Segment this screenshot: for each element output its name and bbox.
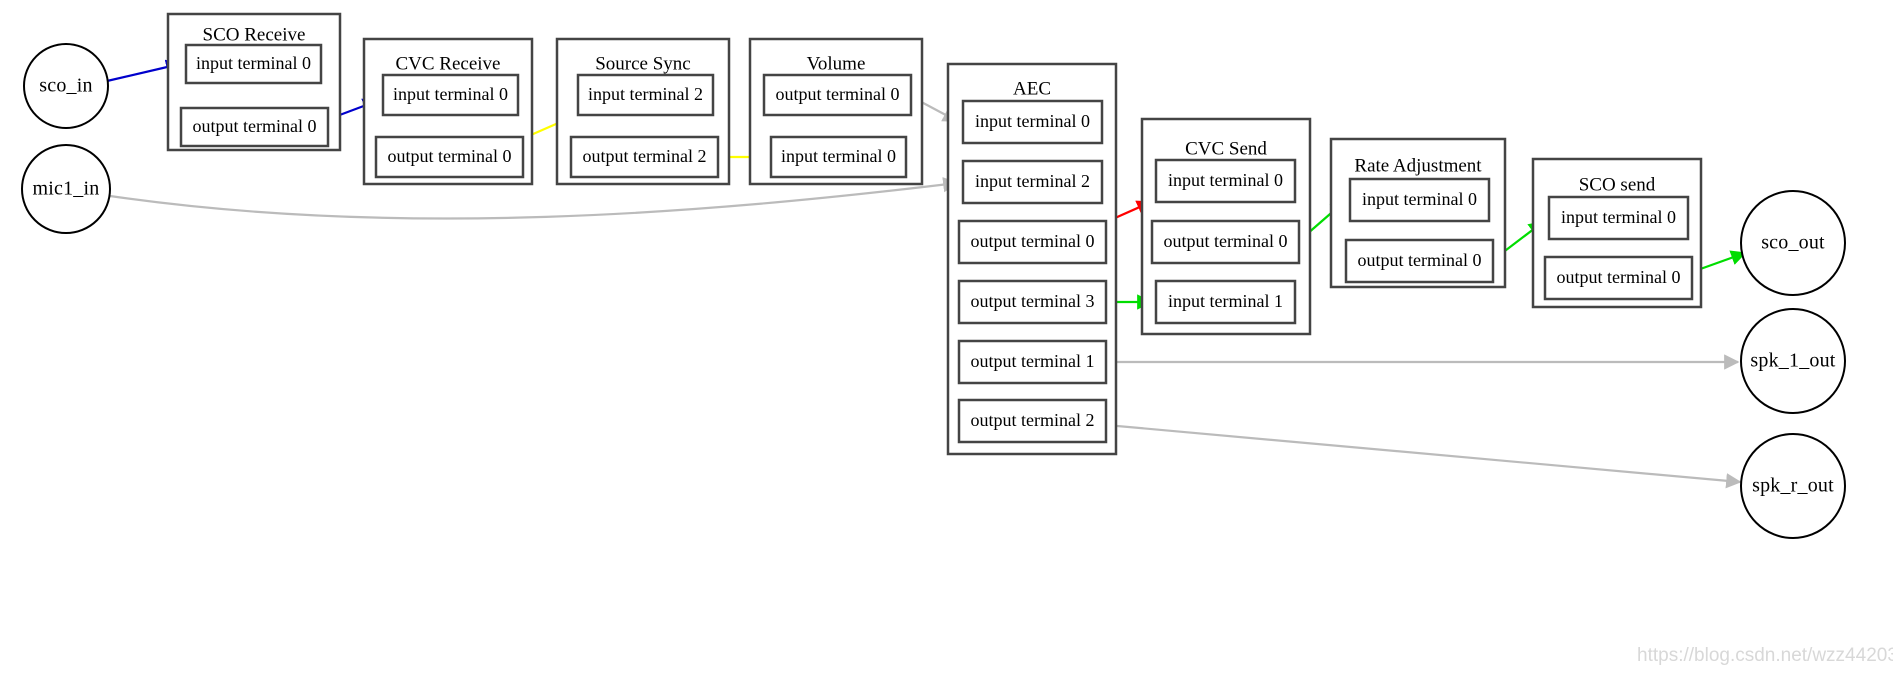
- terminal-source_sync_out2[interactable]: output terminal 2: [569, 135, 720, 179]
- terminal-label-sco_receive_in0: input terminal 0: [196, 53, 311, 73]
- terminal-label-cvc_receive_in0: input terminal 0: [393, 84, 508, 104]
- terminal-volume_out0[interactable]: output terminal 0: [762, 73, 913, 117]
- cluster-title-aec: AEC: [1013, 78, 1051, 99]
- cluster-cvc_send[interactable]: CVC Send input terminal 0 output terminal …: [1140, 117, 1312, 336]
- endpoint-sco_in[interactable]: sco_in: [23, 43, 109, 129]
- terminal-aec_out0[interactable]: output terminal 0: [957, 219, 1108, 265]
- terminal-label-volume_out0: output terminal 0: [776, 84, 900, 104]
- edge-aec_out2-to-spk_r_out: [1105, 423, 1742, 489]
- terminal-cvc_receive_in0[interactable]: input terminal 0: [381, 73, 520, 117]
- terminal-label-aec_in2: input terminal 2: [975, 171, 1090, 191]
- graph-svg: SCO Receive input terminal 0 output termin…: [21, 12, 1893, 666]
- terminal-label-aec_out0: output terminal 0: [971, 231, 1095, 251]
- endpoint-spk_l_out[interactable]: spk_1_out: [1740, 308, 1846, 414]
- cluster-title-cvc_receive: CVC Receive: [395, 53, 500, 74]
- terminal-cvc_send_out0[interactable]: output terminal 0: [1150, 219, 1301, 265]
- cluster-title-sco_receive: SCO Receive: [203, 24, 306, 45]
- terminal-sco_send_out0[interactable]: output terminal 0: [1543, 255, 1694, 301]
- cluster-volume[interactable]: Volume output terminal 0 input terminal 0: [748, 37, 924, 186]
- cluster-title-cvc_send: CVC Send: [1185, 138, 1267, 159]
- terminal-cvc_send_in1[interactable]: input terminal 1: [1154, 279, 1297, 325]
- terminal-label-cvc_send_in0: input terminal 0: [1168, 170, 1283, 190]
- terminal-rate_adj_out0[interactable]: output terminal 0: [1344, 238, 1495, 284]
- terminal-volume_in0[interactable]: input terminal 0: [769, 135, 908, 179]
- cluster-aec[interactable]: AEC input terminal 0 input terminal 2 outpu…: [946, 62, 1118, 456]
- endpoint-sco_out[interactable]: sco_out: [1740, 190, 1846, 296]
- cluster-title-sco_send: SCO send: [1579, 174, 1656, 195]
- terminal-label-source_sync_out2: output terminal 2: [583, 146, 707, 166]
- endpoint-label-sco_in: sco_in: [39, 75, 92, 97]
- terminal-label-aec_out1: output terminal 1: [971, 351, 1095, 371]
- cluster-title-volume: Volume: [807, 53, 866, 74]
- cluster-source_sync[interactable]: Source Sync input terminal 2 output termin…: [555, 37, 731, 186]
- terminal-aec_out3[interactable]: output terminal 3: [957, 279, 1108, 325]
- endpoint-mic1_in[interactable]: mic1_in: [21, 144, 111, 234]
- endpoint-label-mic1_in: mic1_in: [33, 178, 100, 200]
- terminal-rate_adj_in0[interactable]: input terminal 0: [1348, 177, 1491, 223]
- terminal-label-cvc_send_out0: output terminal 0: [1164, 231, 1288, 251]
- edge-mic1_in-to-aec_in2: [109, 177, 959, 220]
- terminal-label-cvc_receive_out0: output terminal 0: [388, 146, 512, 166]
- cluster-rate_adjustment[interactable]: Rate Adjustment input terminal 0 output te…: [1329, 137, 1507, 289]
- terminal-aec_in0[interactable]: input terminal 0: [961, 99, 1104, 145]
- terminal-label-cvc_send_in1: input terminal 1: [1168, 291, 1283, 311]
- endpoint-label-sco_out: sco_out: [1761, 232, 1825, 254]
- terminal-sco_send_in0[interactable]: input terminal 0: [1547, 195, 1690, 241]
- terminal-label-rate_adj_out0: output terminal 0: [1358, 250, 1482, 270]
- terminal-label-source_sync_in2: input terminal 2: [588, 84, 703, 104]
- terminal-label-rate_adj_in0: input terminal 0: [1362, 189, 1477, 209]
- endpoint-label-spk_l_out: spk_1_out: [1750, 350, 1835, 372]
- terminal-cvc_receive_out0[interactable]: output terminal 0: [374, 135, 525, 179]
- cluster-sco_send[interactable]: SCO send input terminal 0 output terminal …: [1531, 157, 1703, 309]
- cluster-title-rate_adjustment: Rate Adjustment: [1354, 155, 1482, 176]
- endpoint-spk_r_out[interactable]: spk_r_out: [1740, 433, 1846, 539]
- watermark-layer: https://blog.csdn.net/wzz4420381: [1637, 645, 1893, 666]
- terminal-source_sync_in2[interactable]: input terminal 2: [576, 73, 715, 117]
- terminal-label-aec_in0: input terminal 0: [975, 111, 1090, 131]
- terminal-label-sco_send_out0: output terminal 0: [1557, 267, 1681, 287]
- cluster-title-source_sync: Source Sync: [595, 53, 691, 74]
- terminal-cvc_send_in0[interactable]: input terminal 0: [1154, 158, 1297, 204]
- endpoint-label-spk_r_out: spk_r_out: [1752, 475, 1834, 497]
- watermark-label: https://blog.csdn.net/wzz4420381: [1637, 645, 1893, 666]
- terminal-label-aec_out3: output terminal 3: [971, 291, 1095, 311]
- cluster-cvc_receive[interactable]: CVC Receive input terminal 0 output termin…: [362, 37, 534, 186]
- cluster-sco_receive[interactable]: SCO Receive input terminal 0 output termin…: [166, 12, 342, 152]
- terminal-label-sco_receive_out0: output terminal 0: [193, 116, 317, 136]
- terminal-aec_in2[interactable]: input terminal 2: [961, 159, 1104, 205]
- terminal-label-volume_in0: input terminal 0: [781, 146, 896, 166]
- terminal-aec_out2[interactable]: output terminal 2: [957, 398, 1108, 444]
- terminal-aec_out1[interactable]: output terminal 1: [957, 339, 1108, 385]
- terminal-label-sco_send_in0: input terminal 0: [1561, 207, 1676, 227]
- diagram-canvas: SCO Receive input terminal 0 output termin…: [0, 0, 1893, 679]
- clusters-layer: SCO Receive input terminal 0 output termin…: [166, 12, 1703, 456]
- terminal-sco_receive_in0[interactable]: input terminal 0: [184, 43, 323, 85]
- terminal-sco_receive_out0[interactable]: output terminal 0: [179, 106, 330, 148]
- terminal-label-aec_out2: output terminal 2: [971, 410, 1095, 430]
